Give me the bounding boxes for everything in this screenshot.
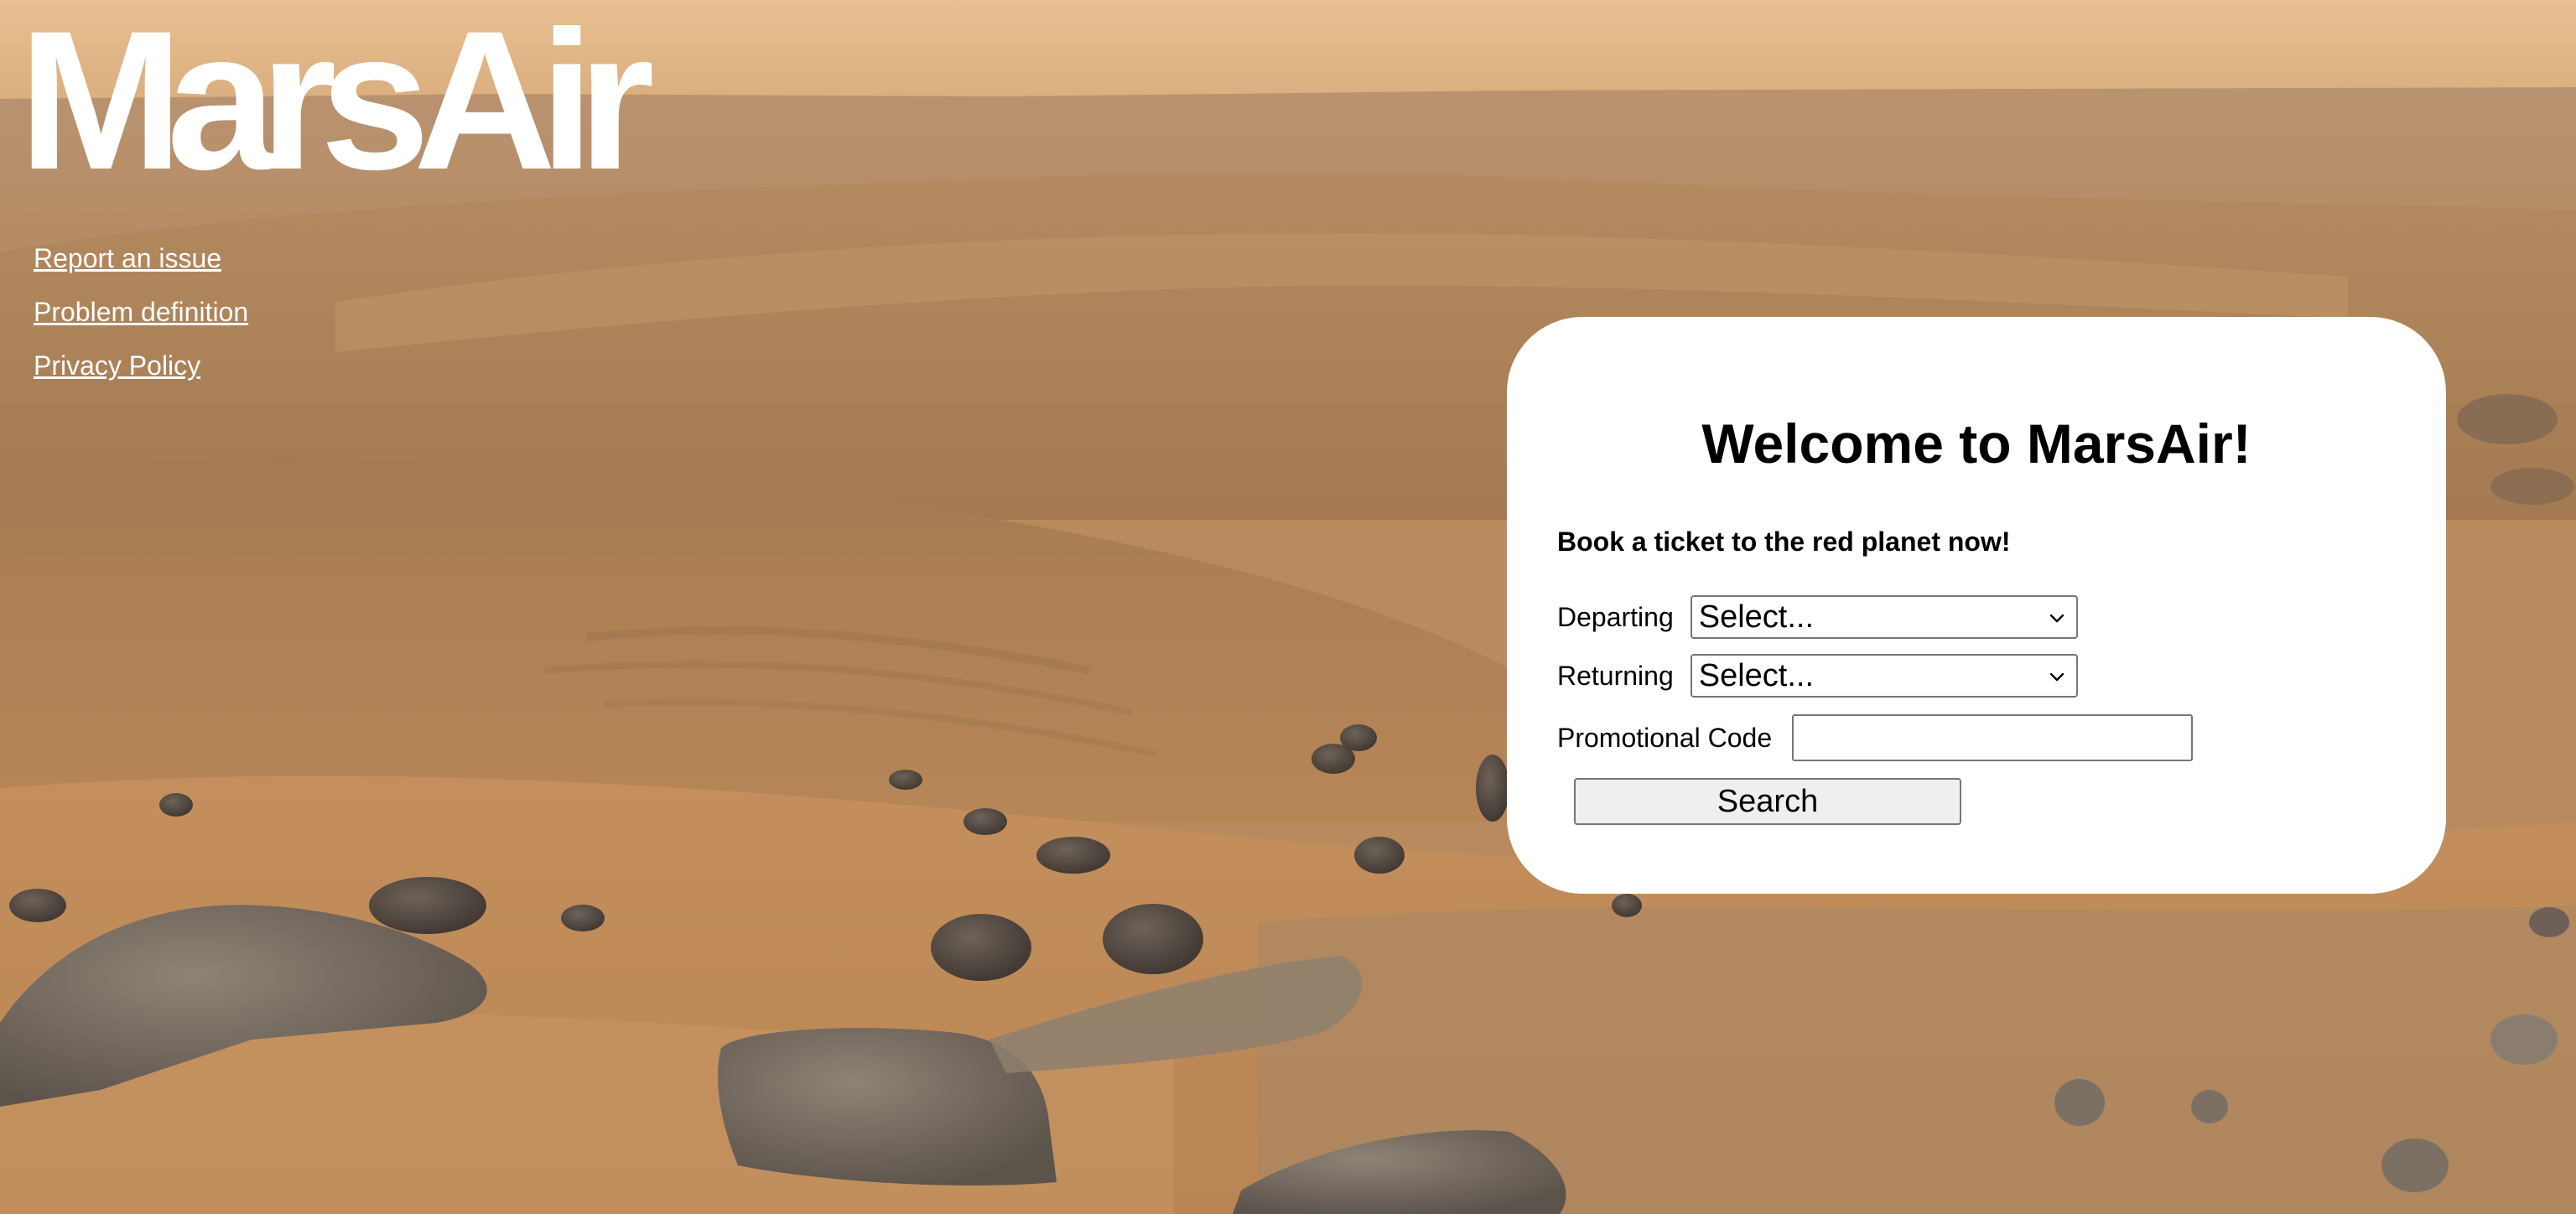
- returning-selected-value: Select...: [1698, 657, 1815, 693]
- departing-label: Departing: [1557, 601, 1674, 632]
- returning-label: Returning: [1557, 660, 1674, 691]
- report-issue-link[interactable]: Report an issue: [34, 243, 248, 274]
- departing-selected-value: Select...: [1698, 599, 1815, 635]
- privacy-policy-link[interactable]: Privacy Policy: [34, 350, 248, 381]
- welcome-heading: Welcome to MarsAir!: [1701, 412, 2251, 475]
- chevron-down-icon: [2049, 614, 2064, 623]
- search-button[interactable]: Search: [1574, 778, 1961, 825]
- departing-select[interactable]: Select...: [1690, 595, 2078, 639]
- promo-row: Promotional Code: [1557, 714, 2194, 761]
- problem-definition-link[interactable]: Problem definition: [34, 297, 248, 328]
- nav-links: Report an issue Problem definition Priva…: [34, 243, 248, 404]
- page: MarsAir Report an issue Problem definiti…: [0, 0, 2576, 1214]
- booking-card: Welcome to MarsAir! Book a ticket to the…: [1507, 317, 2446, 894]
- returning-row: Returning Select...: [1557, 654, 2078, 698]
- marsair-logo[interactable]: MarsAir: [18, 2, 655, 200]
- chevron-down-icon: [2049, 672, 2064, 682]
- departing-row: Departing Select...: [1557, 595, 2078, 639]
- promo-code-input[interactable]: [1792, 714, 2194, 761]
- returning-select[interactable]: Select...: [1690, 654, 2078, 698]
- booking-tagline: Book a ticket to the red planet now!: [1557, 527, 2011, 557]
- promo-code-label: Promotional Code: [1557, 722, 1773, 753]
